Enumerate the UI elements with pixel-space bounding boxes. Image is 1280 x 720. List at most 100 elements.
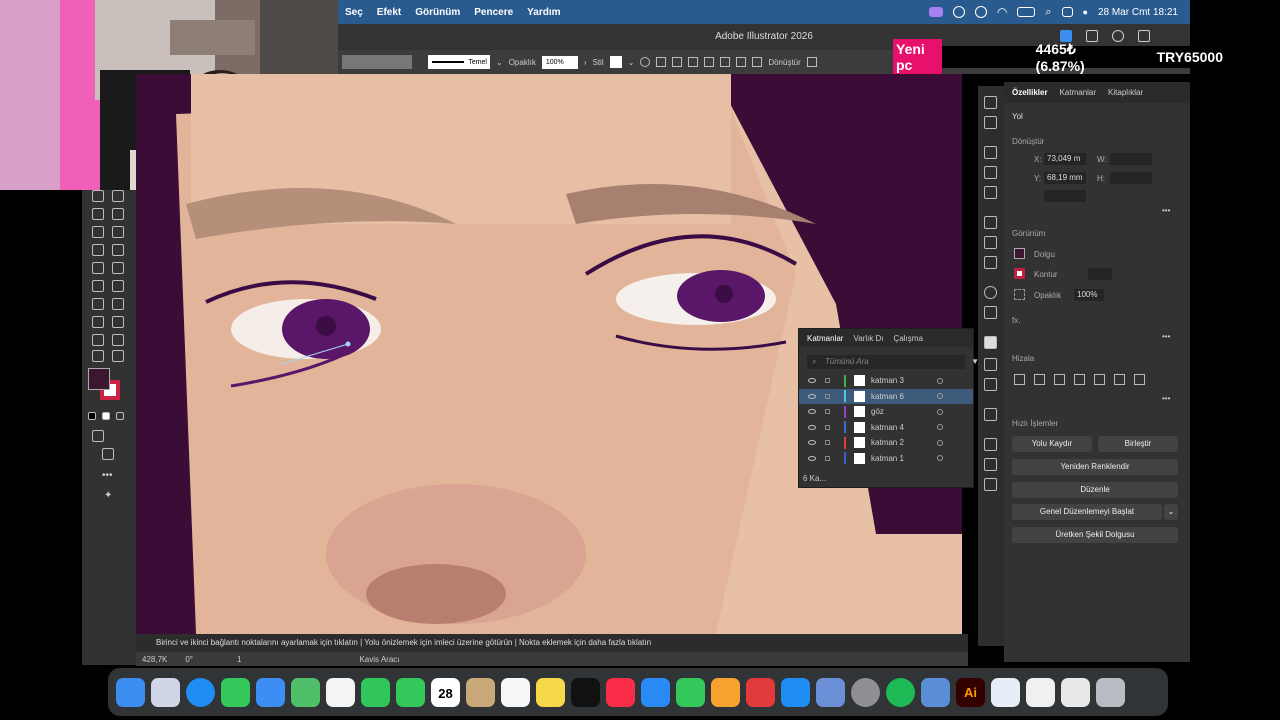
screen-record-icon[interactable] (928, 7, 943, 17)
opacity-field[interactable]: 100% (541, 55, 578, 69)
screen-icon[interactable] (1061, 677, 1090, 707)
menu-item-select[interactable]: Seç (338, 7, 370, 18)
pen-tool-icon[interactable] (92, 190, 104, 202)
tab-asset-export[interactable]: Varlık Dı (853, 334, 883, 343)
tv-icon[interactable] (571, 677, 600, 707)
menu-item-view[interactable]: Görünüm (408, 7, 467, 18)
stroke-weight-field[interactable] (1088, 268, 1112, 280)
notes-icon[interactable] (536, 677, 565, 707)
arrange-button[interactable]: Düzenle (1012, 482, 1178, 498)
safari-icon[interactable] (186, 677, 215, 707)
target-icon[interactable] (937, 439, 943, 446)
artboards-panel-icon[interactable] (984, 378, 997, 391)
layer-row[interactable]: katman 6 (799, 388, 973, 404)
appearance-panel-icon[interactable] (984, 286, 997, 299)
target-icon[interactable] (937, 455, 943, 462)
color-mode-icon[interactable] (102, 412, 110, 420)
numbers-icon[interactable] (676, 677, 705, 707)
align-middle-icon[interactable] (1114, 374, 1125, 385)
warp-tool-icon[interactable] (92, 226, 104, 238)
draw-mode-icon[interactable] (92, 430, 104, 442)
menu-item-help[interactable]: Yardım (520, 7, 567, 18)
rotate-field[interactable] (1044, 190, 1086, 202)
recolor-button[interactable]: Yeniden Renklendir (1012, 459, 1178, 475)
generative-shape-fill-button[interactable]: Üretken Şekil Dolgusu (1012, 527, 1178, 543)
layer-name[interactable]: göz (871, 407, 937, 416)
calendar-icon[interactable]: 28 (431, 677, 460, 707)
align-to-icon[interactable] (656, 57, 667, 67)
chevron-down-icon[interactable]: ⌄ (628, 58, 635, 67)
brushes-panel-icon[interactable] (984, 166, 997, 179)
layer-row[interactable]: katman 2 (799, 435, 973, 451)
none-color-icon[interactable] (116, 412, 124, 420)
pages-icon[interactable] (711, 677, 740, 707)
lock-icon[interactable] (825, 409, 830, 415)
blend-tool-icon[interactable] (92, 298, 104, 310)
wifi-icon[interactable]: ◠ (997, 5, 1007, 19)
more-options-icon[interactable]: ••• (1162, 206, 1170, 215)
lock-icon[interactable] (825, 455, 830, 461)
preview-icon[interactable] (816, 677, 845, 707)
spotify-icon[interactable] (886, 677, 915, 707)
layer-row[interactable]: göz (799, 404, 973, 420)
phone-icon[interactable] (396, 677, 425, 707)
appstore-icon[interactable] (781, 677, 810, 707)
lock-icon[interactable] (825, 378, 830, 384)
gradient-tool-icon[interactable] (92, 280, 104, 292)
eye-icon[interactable] (808, 409, 816, 415)
transform-label[interactable]: Dönüştür (768, 58, 800, 67)
properties-panel-icon[interactable] (984, 96, 997, 109)
more-tools-icon[interactable]: ••• (102, 470, 113, 481)
graphic-styles-icon[interactable] (984, 306, 997, 319)
shape-builder-icon[interactable] (92, 244, 104, 256)
trash-icon[interactable] (1096, 677, 1125, 707)
eye-icon[interactable] (808, 455, 816, 461)
opacity-field[interactable]: 100% (1074, 289, 1104, 301)
align-top-icon[interactable] (720, 57, 731, 67)
chevron-down-icon[interactable]: ⌄ (1164, 504, 1178, 520)
fill-color-swatch[interactable] (88, 368, 110, 390)
more-options-icon[interactable]: ••• (1162, 332, 1170, 341)
free-transform-icon[interactable] (112, 226, 124, 238)
fill-swatch[interactable] (1014, 248, 1025, 259)
artboard-tool-icon[interactable] (112, 316, 124, 328)
siri-icon[interactable]: ● (1083, 7, 1088, 17)
keynote-icon[interactable] (641, 677, 670, 707)
music-icon[interactable] (606, 677, 635, 707)
lock-icon[interactable] (825, 393, 830, 399)
x-field[interactable]: 73,049 m (1044, 153, 1086, 165)
y-field[interactable]: 68,19 mm (1044, 172, 1086, 184)
play-icon[interactable] (974, 6, 987, 18)
mesh-tool-icon[interactable] (112, 262, 124, 274)
screen-mode-icon[interactable] (102, 448, 114, 460)
color-panel-icon[interactable] (984, 146, 997, 159)
facetime-icon[interactable] (361, 677, 390, 707)
align-center-icon[interactable] (688, 57, 699, 67)
photos-icon[interactable] (326, 677, 355, 707)
stroke-panel-icon[interactable] (984, 216, 997, 229)
stroke-weight-swatch[interactable] (342, 55, 412, 69)
comments-panel-icon[interactable] (984, 408, 997, 421)
stroke-swatch[interactable] (1014, 268, 1025, 279)
gradient-panel-icon[interactable] (984, 236, 997, 249)
transform-panel-icon[interactable] (984, 438, 997, 451)
recolor-icon[interactable] (640, 57, 651, 67)
eraser-tool-icon[interactable] (112, 190, 124, 202)
zoom-level[interactable]: 428,7K (142, 655, 167, 664)
style-swatch[interactable] (609, 56, 622, 68)
align-top-icon[interactable] (1094, 374, 1105, 385)
libraries-panel-icon[interactable] (984, 116, 997, 129)
layer-name[interactable]: katman 4 (871, 423, 937, 432)
finder-icon[interactable] (116, 677, 145, 707)
align-left-icon[interactable] (1034, 374, 1045, 385)
layer-name[interactable]: katman 3 (871, 376, 937, 385)
print-tiling-icon[interactable] (92, 350, 104, 362)
chevron-down-icon[interactable]: ⌄ (496, 58, 503, 67)
target-icon[interactable] (937, 393, 943, 400)
rotate-tool-icon[interactable] (92, 208, 104, 220)
w-field[interactable] (1110, 153, 1152, 165)
layer-row[interactable]: katman 3 (799, 373, 973, 389)
lock-icon[interactable] (825, 424, 830, 430)
offset-path-button[interactable]: Yolu Kaydır (1012, 436, 1092, 452)
tab-layers[interactable]: Katmanlar (1060, 88, 1096, 97)
